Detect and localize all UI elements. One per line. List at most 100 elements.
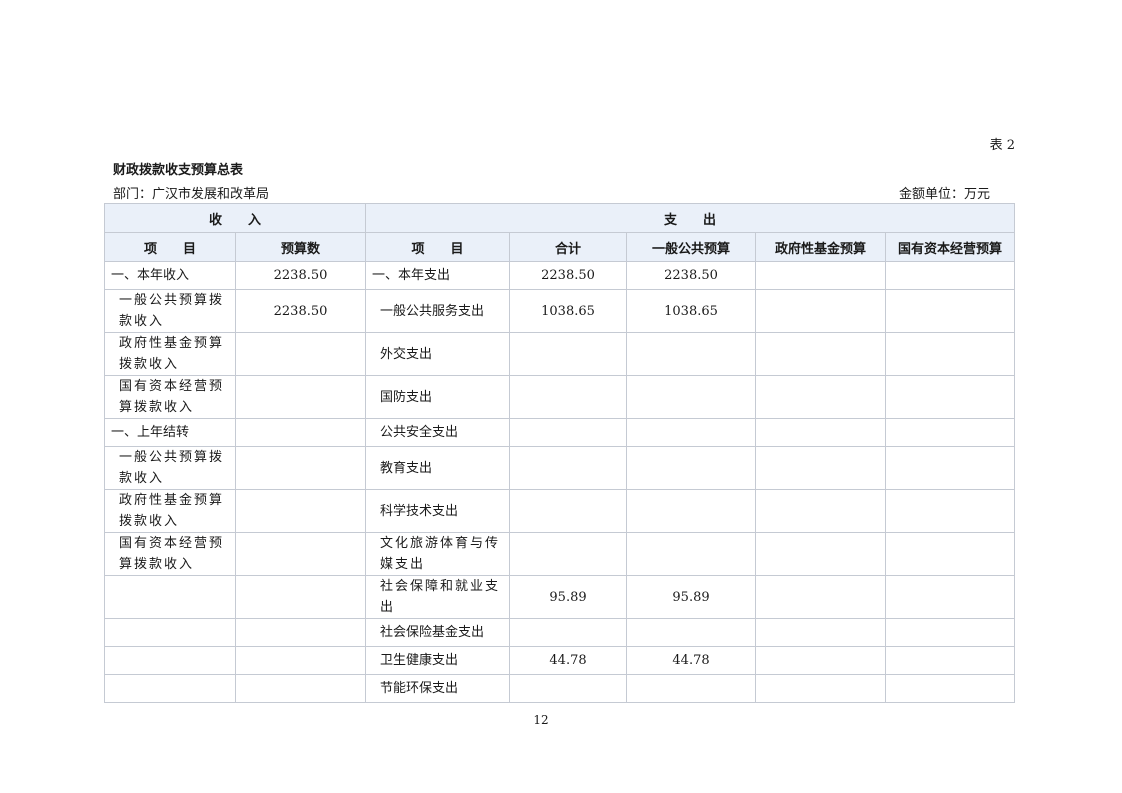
expense-item-cell: 一、本年支出: [365, 261, 511, 290]
state-capital-budget-cell: [885, 289, 1016, 333]
document-title: 财政拨款收支预算总表: [113, 163, 244, 178]
total-cell: 2238.50: [509, 261, 628, 290]
income-budget-cell: 2238.50: [234, 261, 367, 290]
general-budget-cell: [626, 532, 757, 576]
expense-item-cell: 外交支出: [365, 332, 511, 376]
state-capital-budget-cell: [885, 489, 1016, 533]
col-general-budget: 一般公共预算: [626, 232, 757, 262]
income-item-cell: 一般公共预算拨款收入: [104, 289, 236, 333]
expense-item-cell: 科学技术支出: [365, 489, 511, 533]
table-row: 一般公共预算拨款收入 2238.50 一般公共服务支出 1038.65 1038…: [104, 289, 1016, 333]
total-cell: [509, 674, 628, 703]
department-label: 部门：广汉市发展和改革局: [113, 187, 270, 202]
income-budget-cell: [234, 674, 367, 703]
income-budget-cell: [234, 375, 367, 419]
group-header-row: 收 入 支 出: [103, 203, 1016, 233]
gov-fund-budget-cell: [755, 674, 887, 703]
total-cell: [509, 446, 628, 490]
expense-item-cell: 公共安全支出: [365, 418, 511, 447]
income-budget-cell: [234, 532, 367, 576]
table-row: 国有资本经营预算拨款收入 国防支出: [104, 375, 1016, 419]
state-capital-budget-cell: [885, 674, 1016, 703]
gov-fund-budget-cell: [755, 489, 887, 533]
amount-unit-label: 金额单位：万元: [898, 187, 990, 202]
table-row: 一、上年结转 公共安全支出: [104, 418, 1016, 447]
expense-item-cell: 教育支出: [365, 446, 511, 490]
gov-fund-budget-cell: [755, 446, 887, 490]
total-cell: [509, 332, 628, 376]
expense-item-cell: 国防支出: [365, 375, 511, 419]
general-budget-cell: 2238.50: [626, 261, 757, 290]
income-item-cell: 一、本年收入: [104, 261, 236, 290]
general-budget-cell: [626, 618, 757, 647]
state-capital-budget-cell: [885, 618, 1016, 647]
income-budget-cell: [234, 489, 367, 533]
gov-fund-budget-cell: [755, 532, 887, 576]
gov-fund-budget-cell: [755, 618, 887, 647]
income-budget-cell: [234, 618, 367, 647]
general-budget-cell: [626, 332, 757, 376]
gov-fund-budget-cell: [755, 332, 887, 376]
total-cell: [509, 618, 628, 647]
income-budget-cell: [234, 646, 367, 675]
income-budget-cell: [234, 575, 367, 619]
state-capital-budget-cell: [885, 332, 1016, 376]
general-budget-cell: [626, 446, 757, 490]
gov-fund-budget-cell: [755, 261, 887, 290]
expense-group-header: 支 出: [365, 203, 1016, 233]
general-budget-cell: [626, 674, 757, 703]
col-total: 合计: [509, 232, 628, 262]
income-item-cell: 一般公共预算拨款收入: [104, 446, 236, 490]
expense-item-cell: 社会保障和就业支出: [365, 575, 511, 619]
col-expense-item: 项 目: [365, 232, 511, 262]
total-cell: 1038.65: [509, 289, 628, 333]
state-capital-budget-cell: [885, 532, 1016, 576]
table-row: 社会保障和就业支出 95.89 95.89: [104, 575, 1016, 619]
col-gov-fund-budget: 政府性基金预算: [755, 232, 887, 262]
budget-summary-table: 收 入 支 出 项 目 预算数 项 目 合计 一般公共预算 政府性基金预算 国有…: [103, 203, 1016, 703]
income-item-cell: 国有资本经营预算拨款收入: [104, 375, 236, 419]
income-budget-cell: 2238.50: [234, 289, 367, 333]
income-item-cell: 国有资本经营预算拨款收入: [104, 532, 236, 576]
general-budget-cell: 1038.65: [626, 289, 757, 333]
table-row: 社会保险基金支出: [104, 618, 1016, 647]
income-item-cell: 政府性基金预算拨款收入: [104, 332, 236, 376]
income-budget-cell: [234, 332, 367, 376]
page-number: 12: [533, 713, 549, 727]
expense-item-cell: 一般公共服务支出: [365, 289, 511, 333]
total-cell: [509, 375, 628, 419]
table-row: 政府性基金预算拨款收入 科学技术支出: [104, 489, 1016, 533]
table-number: 表 2: [989, 138, 1015, 153]
state-capital-budget-cell: [885, 446, 1016, 490]
general-budget-cell: 44.78: [626, 646, 757, 675]
table-row: 国有资本经营预算拨款收入 文化旅游体育与传媒支出: [104, 532, 1016, 576]
table-row: 节能环保支出: [104, 674, 1016, 703]
column-header-row: 项 目 预算数 项 目 合计 一般公共预算 政府性基金预算 国有资本经营预算: [104, 232, 1016, 262]
income-item-cell: 一、上年结转: [104, 418, 236, 447]
gov-fund-budget-cell: [755, 289, 887, 333]
income-item-cell: [104, 575, 236, 619]
table-row: 一、本年收入 2238.50 一、本年支出 2238.50 2238.50: [104, 261, 1016, 290]
col-income-budget: 预算数: [234, 232, 367, 262]
expense-item-cell: 文化旅游体育与传媒支出: [365, 532, 511, 576]
general-budget-cell: [626, 375, 757, 419]
gov-fund-budget-cell: [755, 375, 887, 419]
col-state-capital-budget: 国有资本经营预算: [885, 232, 1016, 262]
state-capital-budget-cell: [885, 575, 1016, 619]
general-budget-cell: [626, 418, 757, 447]
expense-item-cell: 社会保险基金支出: [365, 618, 511, 647]
gov-fund-budget-cell: [755, 575, 887, 619]
income-item-cell: 政府性基金预算拨款收入: [104, 489, 236, 533]
expense-item-cell: 卫生健康支出: [365, 646, 511, 675]
state-capital-budget-cell: [885, 418, 1016, 447]
total-cell: [509, 532, 628, 576]
income-budget-cell: [234, 418, 367, 447]
state-capital-budget-cell: [885, 261, 1016, 290]
state-capital-budget-cell: [885, 646, 1016, 675]
expense-item-cell: 节能环保支出: [365, 674, 511, 703]
total-cell: [509, 418, 628, 447]
total-cell: 44.78: [509, 646, 628, 675]
gov-fund-budget-cell: [755, 418, 887, 447]
gov-fund-budget-cell: [755, 646, 887, 675]
state-capital-budget-cell: [885, 375, 1016, 419]
